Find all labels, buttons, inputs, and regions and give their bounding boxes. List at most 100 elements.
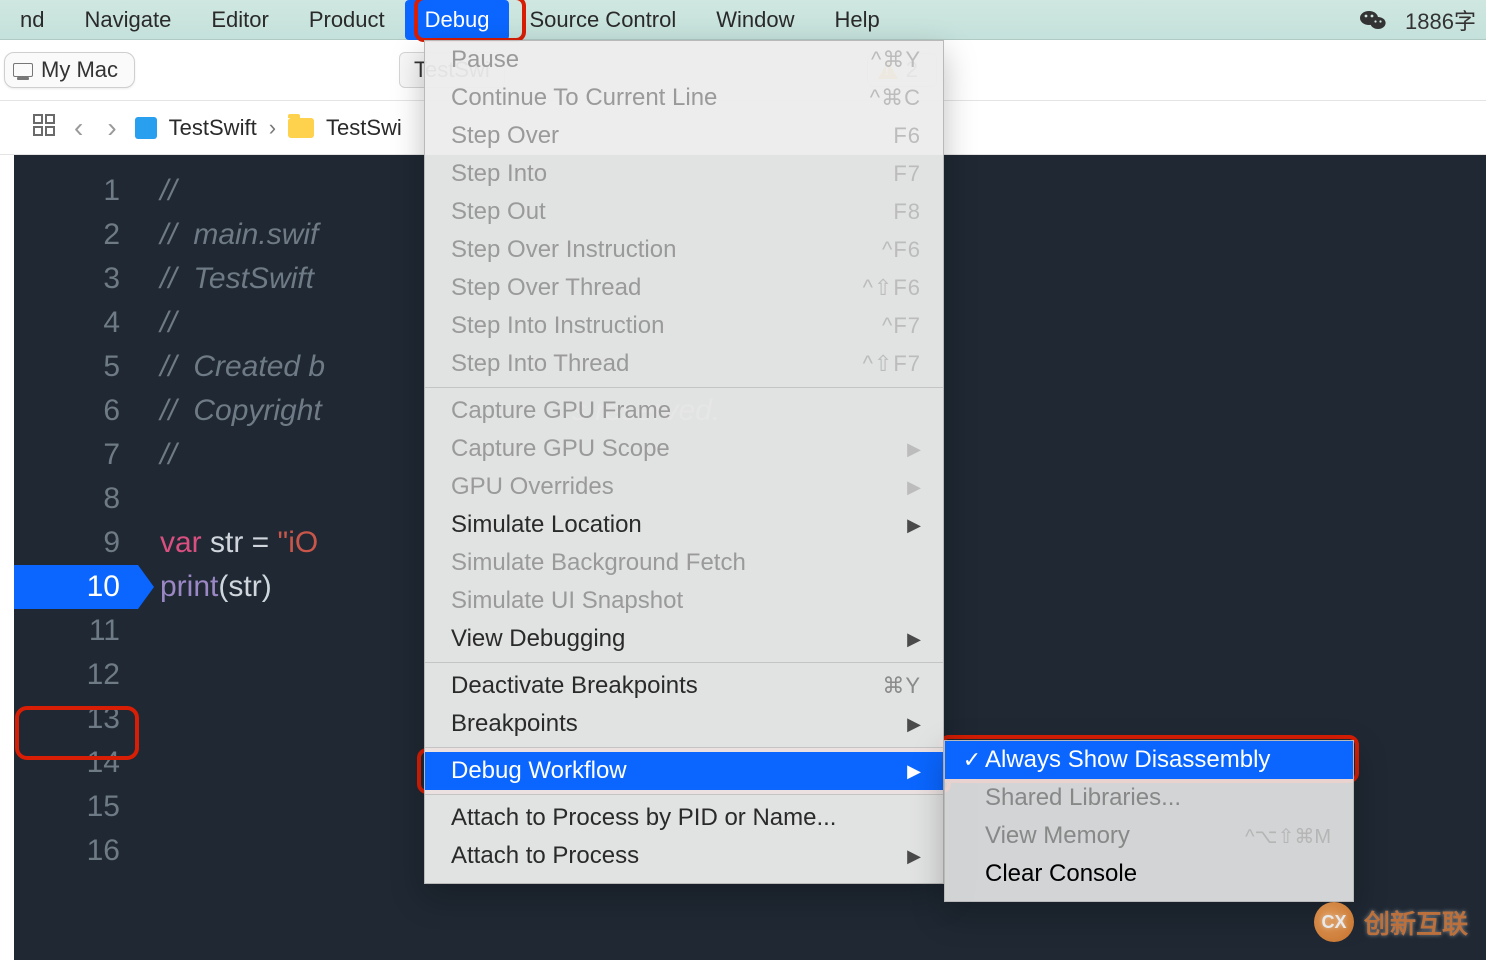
- menu-item-label: Step Into Thread: [451, 350, 851, 378]
- menu-shortcut: F7: [851, 161, 921, 187]
- submenu-arrow-icon: ▶: [889, 477, 921, 498]
- nav-forward-icon[interactable]: ›: [101, 112, 122, 144]
- menu-item-deactivate-breakpoints[interactable]: Deactivate Breakpoints⌘Y: [425, 667, 943, 705]
- mac-icon: [13, 63, 33, 77]
- menu-item-label: Attach to Process: [451, 842, 889, 870]
- related-items-icon[interactable]: [32, 113, 56, 143]
- submenu-item-always-show-disassembly[interactable]: ✓Always Show Disassembly: [945, 741, 1353, 779]
- menu-item-window[interactable]: Window: [696, 0, 814, 40]
- menu-item-label: View Debugging: [451, 625, 889, 653]
- menu-item-pause: Pause^⌘Y: [425, 41, 943, 79]
- nav-back-icon[interactable]: ‹: [68, 112, 89, 144]
- submenu-arrow-icon: ▶: [889, 439, 921, 460]
- linenum[interactable]: 12: [14, 653, 138, 697]
- debug-workflow-submenu: ✓Always Show Disassembly Shared Libraries…: [944, 740, 1354, 902]
- submenu-item-clear-console[interactable]: Clear Console: [945, 855, 1353, 893]
- submenu-arrow-icon: ▶: [889, 629, 921, 650]
- menu-item-help[interactable]: Help: [814, 0, 899, 40]
- menu-shortcut: F8: [851, 199, 921, 225]
- menu-item-attach-to-process-by-pid-or-name[interactable]: Attach to Process by PID or Name...: [425, 799, 943, 837]
- swift-file-icon: [135, 117, 157, 139]
- submenu-item-label: Clear Console: [985, 860, 1331, 888]
- run-destination-label: My Mac: [41, 57, 118, 83]
- left-margin: [0, 155, 14, 960]
- menu-item-simulate-background-fetch: Simulate Background Fetch: [425, 544, 943, 582]
- menu-item-step-into: Step IntoF7: [425, 155, 943, 193]
- menu-item-source-control[interactable]: Source Control: [509, 0, 696, 40]
- char-count: 1886字: [1405, 4, 1476, 36]
- menu-item-gpu-overrides: GPU Overrides▶: [425, 468, 943, 506]
- menu-shortcut: ^F7: [851, 313, 921, 339]
- menu-shortcut: F6: [851, 123, 921, 149]
- menu-item-label: Debug Workflow: [451, 757, 889, 785]
- linenum[interactable]: 7: [14, 433, 138, 477]
- menu-item-find-trunc[interactable]: nd: [0, 0, 64, 40]
- checkmark-icon: ✓: [959, 747, 985, 773]
- submenu-arrow-icon: ▶: [889, 761, 921, 782]
- menu-item-label: Capture GPU Frame: [451, 397, 921, 425]
- menu-item-label: Attach to Process by PID or Name...: [451, 804, 921, 832]
- menu-item-label: Simulate UI Snapshot: [451, 587, 921, 615]
- submenu-arrow-icon: ▶: [889, 714, 921, 735]
- menu-item-debug[interactable]: Debug: [405, 0, 510, 40]
- menubar: nd Navigate Editor Product Debug Source …: [0, 0, 1486, 40]
- menu-item-label: Step Into Instruction: [451, 312, 851, 340]
- breakpoint-marker[interactable]: 10: [14, 565, 138, 609]
- linenum[interactable]: 8: [14, 477, 138, 521]
- submenu-item-label: Always Show Disassembly: [985, 746, 1331, 774]
- submenu-item-shared-libraries[interactable]: Shared Libraries...: [945, 779, 1353, 817]
- menu-item-step-over-thread: Step Over Thread^⇧F6: [425, 269, 943, 307]
- menu-shortcut: ^F6: [851, 237, 921, 263]
- menu-item-step-into-instruction: Step Into Instruction^F7: [425, 307, 943, 345]
- debug-menu-dropdown: Pause^⌘YContinue To Current Line^⌘CStep …: [424, 40, 944, 884]
- menu-shortcut: ⌘Y: [851, 673, 921, 699]
- menu-item-simulate-location[interactable]: Simulate Location▶: [425, 506, 943, 544]
- menu-item-breakpoints[interactable]: Breakpoints▶: [425, 705, 943, 743]
- linenum[interactable]: 3: [14, 257, 138, 301]
- menu-item-label: Step Over: [451, 122, 851, 150]
- linenum[interactable]: 5: [14, 345, 138, 389]
- menu-shortcut: ^⇧F6: [851, 275, 921, 301]
- submenu-item-label: Shared Libraries...: [985, 784, 1331, 812]
- submenu-item-view-memory[interactable]: View Memory^⌥⇧⌘M: [945, 817, 1353, 855]
- menu-item-step-out: Step OutF8: [425, 193, 943, 231]
- submenu-item-label: View Memory: [985, 822, 1245, 850]
- chevron-right-icon: ›: [269, 115, 276, 141]
- status-area: 1886字: [1359, 4, 1486, 36]
- crumb-folder[interactable]: TestSwi: [326, 115, 402, 141]
- menu-item-label: Step Out: [451, 198, 851, 226]
- linenum[interactable]: 13: [14, 697, 138, 741]
- linenum[interactable]: 1: [14, 169, 138, 213]
- menu-item-debug-workflow[interactable]: Debug Workflow▶: [425, 752, 943, 790]
- crumb-project[interactable]: TestSwift: [169, 115, 257, 141]
- menu-item-step-over: Step OverF6: [425, 117, 943, 155]
- linenum[interactable]: 4: [14, 301, 138, 345]
- menu-item-editor[interactable]: Editor: [191, 0, 288, 40]
- menu-item-simulate-ui-snapshot: Simulate UI Snapshot: [425, 582, 943, 620]
- linenum[interactable]: 15: [14, 785, 138, 829]
- menu-item-attach-to-process[interactable]: Attach to Process▶: [425, 837, 943, 875]
- linenum[interactable]: 2: [14, 213, 138, 257]
- menu-item-continue-to-current-line: Continue To Current Line^⌘C: [425, 79, 943, 117]
- menu-item-step-into-thread: Step Into Thread^⇧F7: [425, 345, 943, 383]
- menu-item-label: Simulate Background Fetch: [451, 549, 921, 577]
- menu-shortcut: ^⌘Y: [851, 47, 921, 73]
- menu-item-view-debugging[interactable]: View Debugging▶: [425, 620, 943, 658]
- menu-item-navigate[interactable]: Navigate: [64, 0, 191, 40]
- wechat-icon[interactable]: [1359, 8, 1387, 32]
- menu-item-label: Breakpoints: [451, 710, 889, 738]
- linenum[interactable]: 6: [14, 389, 138, 433]
- menu-item-label: GPU Overrides: [451, 473, 889, 501]
- run-destination[interactable]: My Mac: [4, 52, 135, 88]
- menu-item-capture-gpu-scope: Capture GPU Scope▶: [425, 430, 943, 468]
- menu-item-label: Step Over Instruction: [451, 236, 851, 264]
- linenum[interactable]: 14: [14, 741, 138, 785]
- linenum[interactable]: 9: [14, 521, 138, 565]
- linenum[interactable]: 11: [14, 609, 138, 653]
- menu-item-product[interactable]: Product: [289, 0, 405, 40]
- linenum[interactable]: 16: [14, 829, 138, 873]
- menu-item-capture-gpu-frame: Capture GPU Frame: [425, 392, 943, 430]
- gutter[interactable]: 1 2 3 4 5 6 7 8 9 10 11 12 13 14 15 16: [14, 155, 138, 960]
- menu-item-label: Step Over Thread: [451, 274, 851, 302]
- menu-item-label: Capture GPU Scope: [451, 435, 889, 463]
